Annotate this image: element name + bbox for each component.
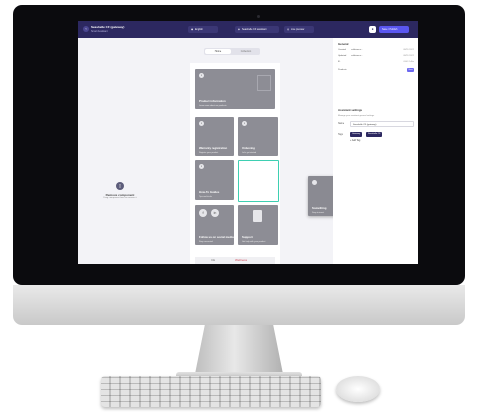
row-key: Updated — [338, 55, 347, 57]
drag-tile-title: Something — [312, 206, 327, 210]
bottom-component-row[interactable]: CE Wellness — [195, 257, 275, 264]
row-key: ID — [338, 61, 341, 63]
assistant-icon: ◈ — [238, 28, 240, 31]
remove-component-hint: Drag component here to remove it — [103, 197, 137, 199]
tag-chip[interactable]: Gateway — [350, 132, 363, 137]
phone-icon — [253, 210, 262, 222]
component-icon — [312, 180, 317, 185]
row-value: caffeineco... — [351, 49, 363, 51]
eye-icon: ◎ — [287, 28, 290, 31]
tile-subtitle: Get help with your product — [242, 240, 266, 243]
row-key: Created — [338, 49, 346, 51]
row-date: 09/11/2022 — [403, 55, 414, 57]
project-title: Seashelle CF (gateway) — [91, 25, 125, 29]
drop-placeholder[interactable] — [238, 160, 279, 202]
row-date: 09/11/2022 — [403, 49, 414, 51]
assistant-settings-desc: Manage your assistant general settings — [338, 115, 375, 117]
component-tile[interactable]: ▪ Unboxing Let's get started — [238, 117, 278, 156]
component-icon: ▪ — [199, 121, 204, 126]
mouse — [336, 376, 380, 402]
tile-title: Follow us on social media — [199, 235, 234, 239]
row-date: 6542-1d5e — [403, 61, 414, 63]
assistant-settings-title: Assistant settings — [338, 108, 363, 112]
component-icon: ▪ — [199, 164, 204, 169]
tile-title: Support — [242, 235, 253, 239]
tile-title: Unboxing — [242, 146, 255, 150]
top-bar: ‹ Seashelle CF (gateway) Smart Assistant… — [78, 21, 418, 38]
name-input[interactable]: Seashelle CF (gateway) — [350, 121, 414, 127]
add-tag-button[interactable]: + Add Tag — [350, 140, 360, 142]
remove-component-zone[interactable]: ▯ Remove component Drag component here t… — [93, 182, 147, 212]
product-image — [257, 75, 271, 91]
live-preview-button[interactable]: ◎ Live preview — [284, 26, 314, 33]
component-tile[interactable]: ▪ Warranty registration Register your pr… — [195, 117, 234, 156]
tile-subtitle: Learn more about our products — [199, 104, 227, 107]
row-key: Products — [338, 69, 347, 71]
info-row-id: ID 6542-1d5e — [338, 61, 414, 65]
drag-tile-subtitle: Drop to insert — [312, 211, 325, 214]
component-icon: ▪ — [242, 121, 247, 126]
language-select[interactable]: ◉ English — [188, 26, 218, 33]
settings-panel: General Created caffeineco... 09/11/2022… — [333, 38, 418, 264]
row-value: caffeineco... — [351, 55, 363, 57]
back-arrow-icon[interactable]: ‹ — [83, 26, 89, 32]
component-tile[interactable]: f in Follow us on social media Stay conn… — [195, 205, 234, 245]
view-products-button[interactable]: View — [407, 68, 414, 72]
component-icon: ▪ — [199, 73, 204, 78]
keyboard — [101, 376, 321, 407]
screen: ‹ Seashelle CF (gateway) Smart Assistant… — [78, 21, 418, 264]
tag-chip[interactable]: Seashelle CF — [366, 132, 383, 137]
tile-subtitle: Stay connected — [199, 240, 213, 243]
tile-title: How-To Guides — [199, 190, 220, 194]
general-title: General — [338, 42, 349, 46]
component-tile[interactable]: ▪ How-To Guides Tips and tricks — [195, 160, 234, 200]
info-row-updated: Updated caffeineco... 09/11/2022 — [338, 55, 414, 59]
tab-collection[interactable]: Collection — [233, 49, 259, 54]
user-icon[interactable]: ● — [369, 26, 376, 33]
component-tile[interactable]: ▪ Product information Learn more about o… — [195, 69, 275, 109]
live-preview-label: Live preview — [291, 28, 305, 31]
tile-subtitle: Let's get started — [242, 151, 257, 154]
tile-title: Product information — [199, 99, 226, 103]
linkedin-icon: in — [211, 209, 219, 217]
tab-home[interactable]: Home — [205, 49, 231, 54]
publish-button[interactable]: Save / Publish — [379, 26, 409, 33]
tile-subtitle: Register your product — [199, 151, 219, 154]
assistant-select-label: Seashelle CF assistant — [242, 28, 267, 31]
bottom-item: CE — [211, 258, 216, 262]
facebook-icon: f — [199, 209, 207, 217]
monitor-stand — [194, 325, 284, 379]
tile-subtitle: Tips and tricks — [199, 195, 212, 198]
trash-icon: ▯ — [116, 182, 124, 190]
tags-label: Tags — [338, 134, 343, 136]
info-row-created: Created caffeineco... 09/11/2022 — [338, 49, 414, 53]
project-subtitle: Smart Assistant — [91, 30, 108, 33]
assistant-select[interactable]: ◈ Seashelle CF assistant — [235, 26, 279, 33]
component-tile[interactable]: Support Get help with your product — [238, 205, 278, 245]
monitor-chin — [13, 285, 465, 325]
view-toggle: Home Collection — [204, 48, 260, 55]
camera-dot — [257, 15, 260, 18]
language-label: English — [195, 28, 203, 31]
bottom-item: Wellness — [235, 258, 248, 262]
tile-title: Warranty registration — [199, 146, 228, 150]
info-row-products: Products View — [338, 68, 414, 73]
name-label: Name — [338, 123, 345, 125]
globe-icon: ◉ — [191, 28, 194, 31]
